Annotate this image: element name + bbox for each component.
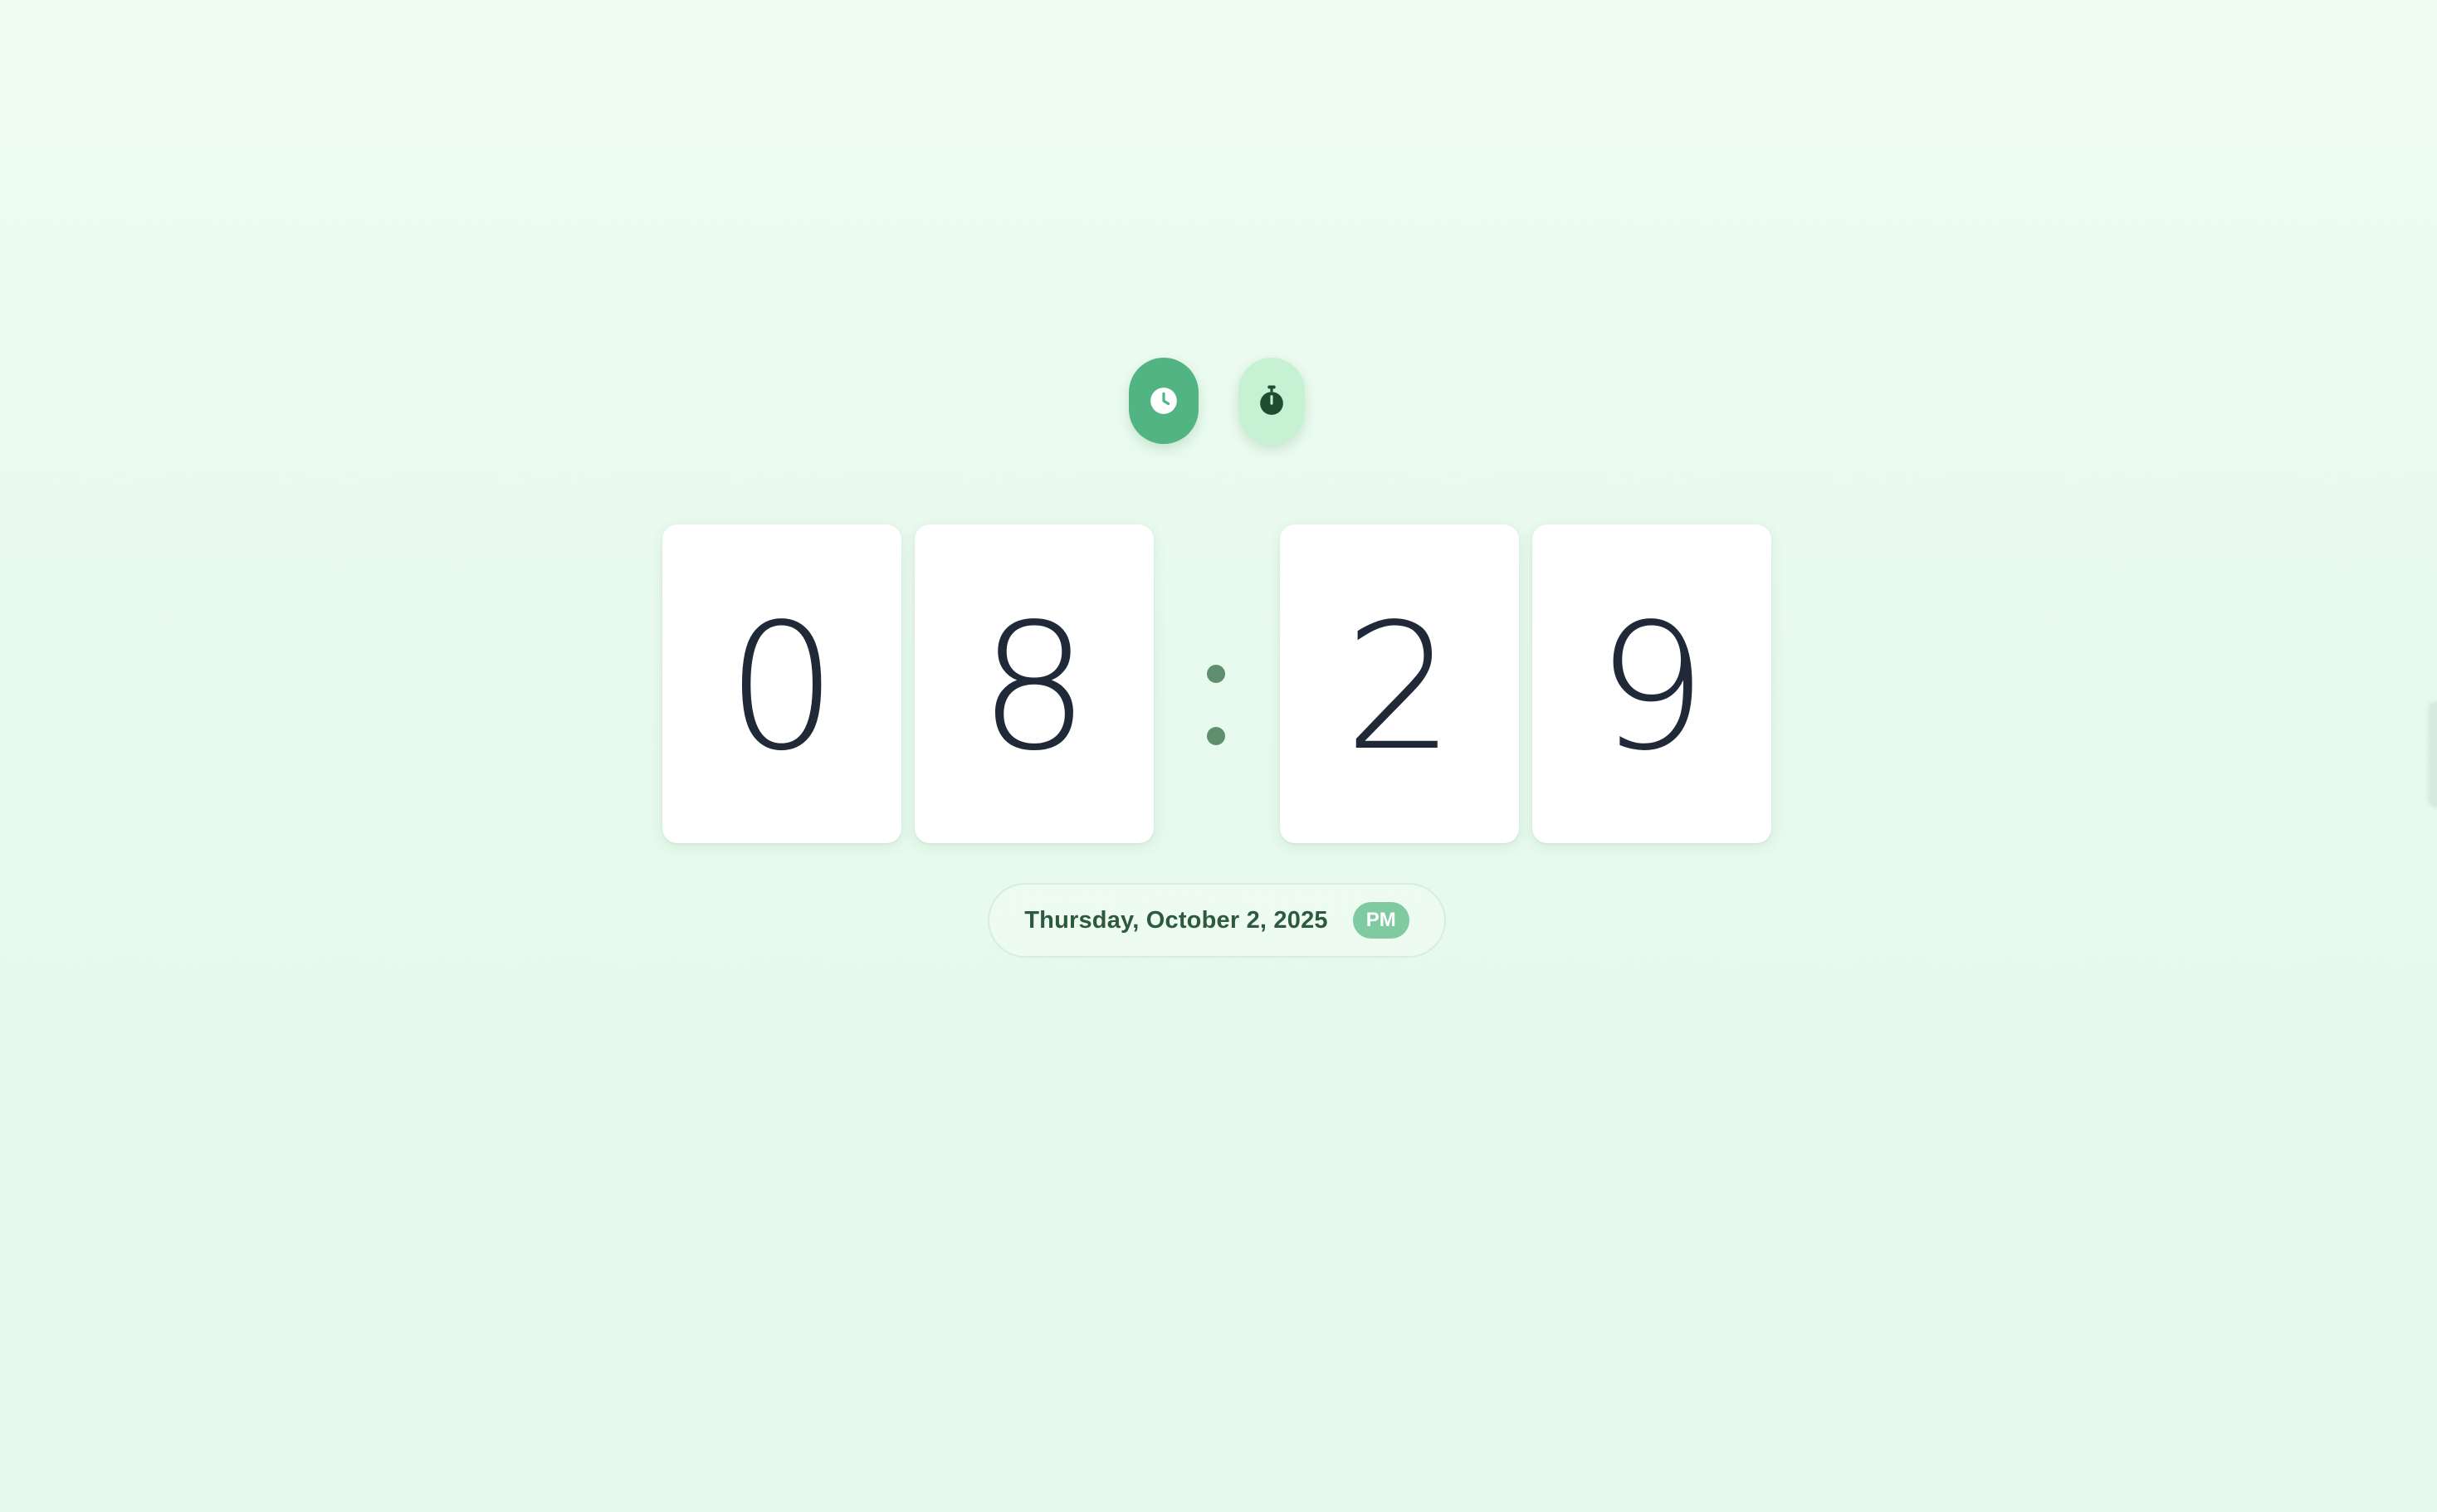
colon-dot [1207, 665, 1225, 683]
minute-tens-card: 2 [1280, 524, 1519, 843]
time-colon-separator [1207, 524, 1225, 843]
date-text: Thursday, October 2, 2025 [1024, 906, 1328, 934]
stopwatch-mode-button[interactable] [1238, 358, 1305, 444]
clock-icon [1150, 388, 1177, 414]
hour-ones-card: 8 [915, 524, 1154, 843]
am-pm-badge: PM [1352, 902, 1409, 939]
date-pill: Thursday, October 2, 2025 PM [988, 883, 1446, 958]
side-panel-handle[interactable] [2430, 702, 2437, 807]
hour-tens-digit: 0 [726, 586, 838, 789]
stopwatch-icon [1260, 385, 1283, 415]
hour-tens-card: 0 [662, 524, 901, 843]
clock-mode-button[interactable] [1129, 358, 1199, 444]
colon-dot [1207, 727, 1225, 745]
hour-ones-digit: 8 [979, 586, 1090, 789]
minute-ones-digit: 9 [1596, 586, 1707, 789]
minute-ones-card: 9 [1532, 524, 1771, 843]
mode-toggle [1129, 358, 1305, 444]
clock-display: 0 8 2 9 [662, 524, 1771, 843]
minute-tens-digit: 2 [1344, 586, 1455, 789]
